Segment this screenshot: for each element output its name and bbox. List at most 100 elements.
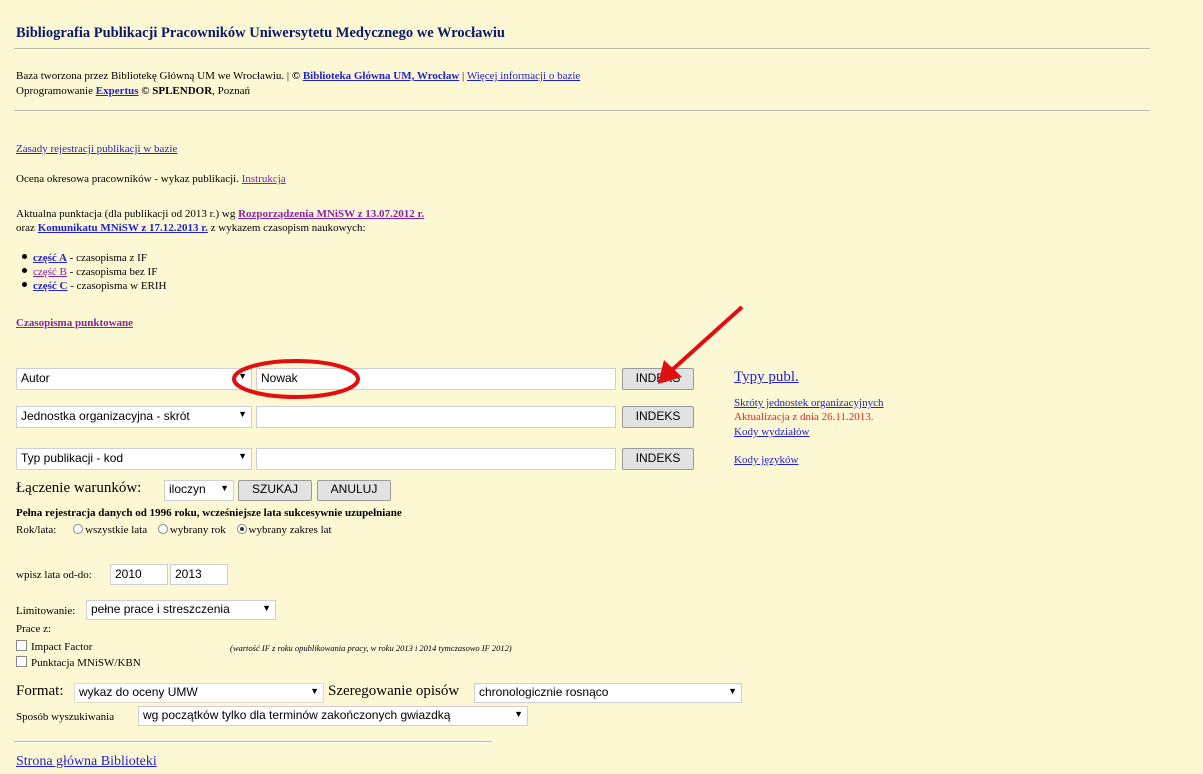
separator: | [462,70,465,82]
library-home-link[interactable]: Strona główna Biblioteki [16,754,157,770]
combine-label: Łączenie warunków: [16,480,142,496]
software-prefix: Oprogramowanie [16,85,93,97]
chevron-down-icon: ▼ [238,409,247,419]
index-button-type[interactable]: INDEKS [622,448,694,470]
range-label: wpisz lata od-do: [16,569,92,581]
chevron-down-icon: ▼ [728,686,737,696]
arrow-shaft [670,305,744,372]
combine-select[interactable]: iloczyn ▼ [164,480,234,501]
field-select-type[interactable]: Typ publikacji - kod ▼ [16,448,252,470]
part-c-link[interactable]: część C [33,280,68,292]
part-a-text: - czasopisma z IF [66,252,147,264]
format-label: Format: [16,683,64,699]
index-button-unit[interactable]: INDEKS [622,406,694,428]
points-text-1: Aktualna punktacja (dla publikacji od 20… [16,208,236,220]
radio-all-years-label: wszystkie lata [85,524,148,536]
points-text-2: oraz [16,222,35,234]
languages-link[interactable]: Kody języków [734,454,798,466]
chevron-down-icon: ▼ [262,603,271,613]
chevron-down-icon: ▼ [514,709,523,719]
parts-list: część A - czasopisma z IF część B - czas… [22,252,167,294]
field-select-value: Typ publikacji - kod [21,451,124,465]
base-info-line: Baza tworzona przez Bibliotekę Główną UM… [16,70,580,82]
chevron-down-icon: ▼ [220,483,229,493]
year-row: Rok/lata: wszystkie lata wybrany rok wyb… [16,524,332,536]
expertus-link[interactable]: Expertus [96,85,139,97]
full-registration-text: Pełna rejestracja danych od 1996 roku, w… [16,507,402,519]
update-text: Aktualizacja z dnia 26.11.2013. [734,411,874,423]
year-from-input[interactable]: 2010 [110,564,168,585]
sort-select[interactable]: chronologicznie rosnąco ▼ [474,683,742,703]
points-text-3: z wykazem czasopism naukowych: [210,222,366,234]
assessment-text: Ocena okresowa pracowników - wykaz publi… [16,173,239,185]
divider [14,110,1150,112]
part-b-link[interactable]: część B [33,266,67,278]
limit-label: Limitowanie: [16,605,76,617]
radio-single-year[interactable] [157,524,168,534]
radio-year-range-label: wybrany zakres lat [248,524,332,536]
regulation-link[interactable]: Rozporządzenia MNiSW z 13.07.2012 r. [238,208,424,220]
format-select[interactable]: wykaz do oceny UMW ▼ [74,683,324,703]
assessment-line: Ocena okresowa pracowników - wykaz publi… [16,173,286,185]
if-note: (wartość IF z roku opublikowania pracy, … [230,643,512,653]
author-input[interactable]: Nowak [256,368,616,390]
impact-factor-checkbox[interactable] [16,640,27,651]
limit-select[interactable]: pełne prace i streszczenia ▼ [86,600,276,620]
impact-factor-label: Impact Factor [31,641,93,653]
mode-select[interactable]: wg początków tylko dla terminów zakończo… [138,706,528,726]
mode-select-value: wg początków tylko dla terminów zakończo… [143,708,451,722]
city-text: , Poznań [212,85,251,97]
radio-single-year-label: wybrany rok [169,524,226,536]
types-link[interactable]: Typy publ. [734,369,799,386]
part-b-text: - czasopisma bez IF [66,266,158,278]
list-item: część C - czasopisma w ERIH [22,280,167,294]
bullet-icon [22,254,27,259]
cancel-button[interactable]: ANULUJ [317,480,391,501]
points-line-1: Aktualna punktacja (dla publikacji od 20… [16,208,424,220]
combine-select-value: iloczyn [169,482,206,496]
part-a-link[interactable]: część A [33,252,67,264]
instruction-link[interactable]: Instrukcja [242,173,286,185]
sort-select-value: chronologicznie rosnąco [479,685,609,699]
copyright-symbol: © [291,70,301,82]
prace-label: Prace z: [16,623,52,635]
mnisw-checkbox[interactable] [16,656,27,667]
year-label: Rok/lata: [16,524,57,536]
bullet-icon [22,282,27,287]
unit-input[interactable] [256,406,616,428]
mnisw-label: Punktacja MNiSW/KBN [31,657,141,669]
page-title: Bibliografia Publikacji Pracowników Uniw… [16,25,505,41]
chevron-down-icon: ▼ [310,686,319,696]
chevron-down-icon: ▼ [238,451,247,461]
rules-link[interactable]: Zasady rejestracji publikacji w bazie [16,143,177,155]
year-from-value: 2010 [115,567,142,581]
radio-all-years[interactable] [73,524,84,534]
index-button-author[interactable]: INDEKS [622,368,694,390]
units-abbrev-link[interactable]: Skróty jednostek organizacyjnych [734,397,883,409]
search-button[interactable]: SZUKAJ [238,480,312,501]
radio-year-range[interactable] [236,524,247,534]
type-input[interactable] [256,448,616,470]
mnisw-row: Punktacja MNiSW/KBN [16,656,141,669]
communique-link[interactable]: Komunikatu MNiSW z 17.12.2013 r. [38,222,208,234]
field-select-unit[interactable]: Jednostka organizacyjna - skrót ▼ [16,406,252,428]
divider [14,741,492,743]
base-text: Baza tworzona przez Bibliotekę Główną UM… [16,70,290,82]
faculties-link[interactable]: Kody wydziałów [734,426,809,438]
field-select-value: Jednostka organizacyjna - skrót [21,409,190,423]
author-input-value: Nowak [261,371,298,385]
field-select-author[interactable]: Autor ▼ [16,368,252,390]
sort-label: Szeregowanie opisów [328,683,460,699]
more-info-link[interactable]: Więcej informacji o bazie [467,70,580,82]
impact-factor-row: Impact Factor [16,640,92,653]
library-link[interactable]: Biblioteka Główna UM, Wrocław [303,70,459,82]
mode-label: Sposób wyszukiwania [16,711,115,723]
software-line: Oprogramowanie Expertus © SPLENDOR, Pozn… [16,85,250,97]
bullet-icon [22,268,27,273]
divider [14,48,1150,50]
splendor-text: © SPLENDOR [141,85,213,97]
journals-link[interactable]: Czasopisma punktowane [16,317,133,329]
year-to-input[interactable]: 2013 [170,564,228,585]
format-select-value: wykaz do oceny UMW [79,685,198,699]
list-item: część B - czasopisma bez IF [22,266,167,280]
